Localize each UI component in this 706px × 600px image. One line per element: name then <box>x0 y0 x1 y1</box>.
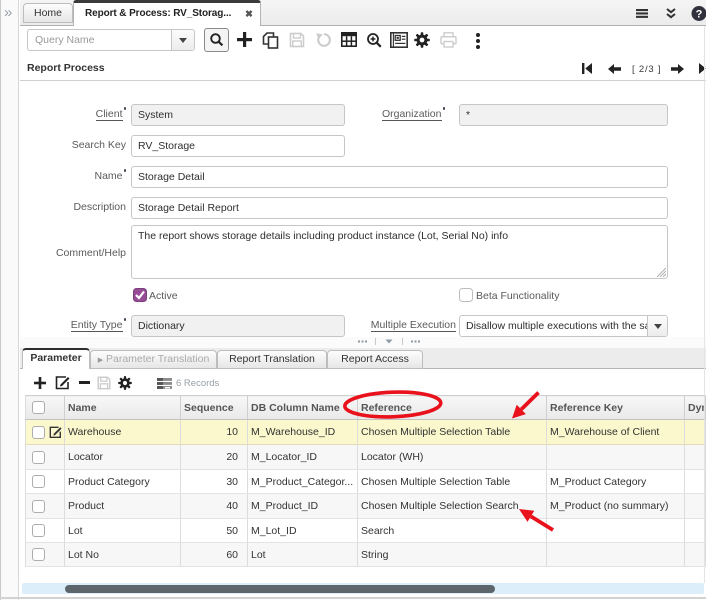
svg-text:?: ? <box>696 9 703 21</box>
